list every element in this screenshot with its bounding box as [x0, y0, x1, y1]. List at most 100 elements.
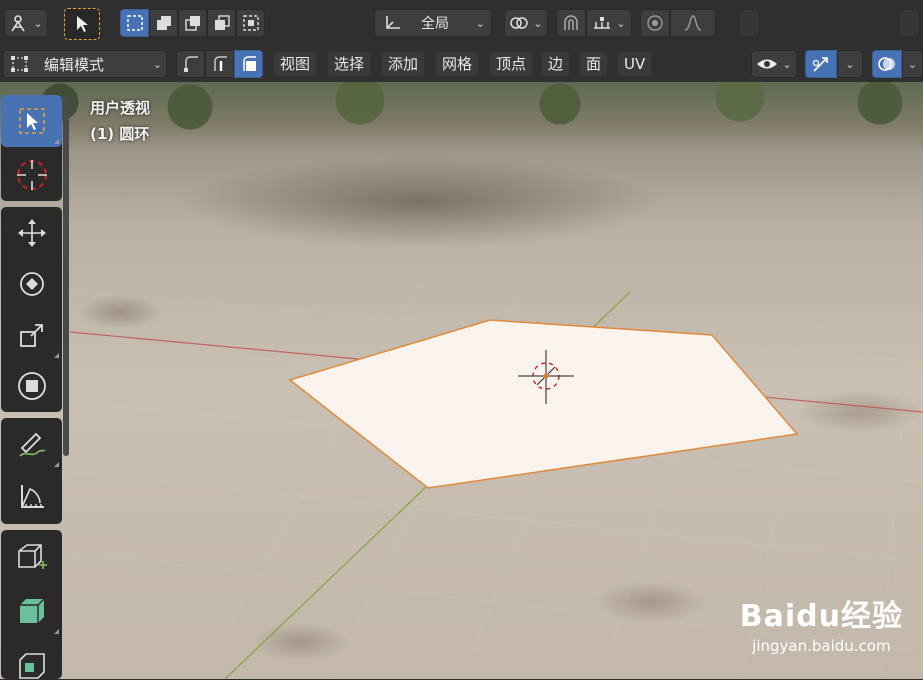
- toolbar-scrollbar[interactable]: [63, 96, 69, 456]
- watermark: Baidu经验 jingyan.baidu.com: [740, 591, 903, 655]
- menu-uv[interactable]: UV: [618, 52, 652, 76]
- mode-bar: 编辑模式 ⌄ 视图 选择 添加 网格 顶点 边 面 UV ⌄ ⌄ ⌄: [0, 46, 923, 82]
- tool-move[interactable]: [1, 207, 62, 259]
- tool-annotate[interactable]: [1, 418, 62, 470]
- edge-select-mode-button[interactable]: [205, 50, 234, 78]
- menu-edge[interactable]: 边: [542, 52, 570, 76]
- tool-extrude[interactable]: [1, 585, 62, 637]
- menu-view[interactable]: 视图: [274, 52, 317, 76]
- tool-inset[interactable]: [1, 640, 62, 679]
- viewport-scene: [69, 281, 923, 679]
- tool-options-indicator: [54, 139, 59, 144]
- tool-options-indicator: [54, 353, 59, 358]
- chevron-down-icon: ⌄: [616, 16, 626, 30]
- move-icon: [17, 219, 46, 247]
- vertex-select-mode-button[interactable]: [176, 50, 205, 78]
- watermark-logo: Baidu经验: [739, 599, 903, 634]
- box-select-extend-button[interactable]: [149, 9, 178, 37]
- tool-transform[interactable]: [1, 360, 62, 412]
- chevron-down-icon: ⌄: [152, 57, 162, 71]
- select-subtract-icon: [184, 16, 200, 31]
- extrude-icon: [19, 598, 44, 623]
- mode-dropdown[interactable]: 编辑模式 ⌄: [3, 50, 167, 78]
- visibility-dropdown[interactable]: ⌄: [751, 50, 797, 78]
- overlay-icon: [878, 57, 895, 71]
- box-select-invert-button[interactable]: [207, 9, 236, 37]
- gizmo-icon: [812, 57, 828, 72]
- falloff-dropdown[interactable]: [670, 9, 716, 37]
- tool-options-indicator: [54, 629, 59, 634]
- select-new-icon: [126, 15, 143, 31]
- gizmo-toggle[interactable]: [805, 50, 837, 78]
- toolbar-group-annotate: [1, 418, 62, 524]
- menu-add[interactable]: 添加: [382, 52, 425, 76]
- workspace-dropdown[interactable]: ⌄: [4, 9, 48, 37]
- snap-icon: [564, 15, 578, 30]
- transform-pivot-icon: [510, 17, 529, 29]
- gizmo-dropdown[interactable]: ⌄: [837, 50, 863, 78]
- tool-options-indicator: [54, 462, 59, 467]
- tool-rotate[interactable]: [1, 258, 62, 310]
- tool-scale[interactable]: [1, 309, 62, 361]
- chevron-down-icon: ⌄: [33, 16, 43, 30]
- overlay-toggle[interactable]: [872, 50, 902, 78]
- active-object-label: (1) 圆环: [90, 125, 150, 143]
- snap-toggle[interactable]: [556, 9, 586, 37]
- menu-mesh[interactable]: 网格: [436, 52, 479, 76]
- proportional-edit-toggle[interactable]: [640, 9, 670, 37]
- overlay-dropdown[interactable]: ⌄: [902, 50, 923, 78]
- measure-icon: [20, 485, 44, 508]
- snap-increment-icon: [594, 17, 611, 29]
- cursor-icon: [16, 160, 47, 190]
- tool-add-cube[interactable]: [1, 530, 62, 582]
- view-name: 用户透视: [90, 99, 151, 117]
- annotate-pencil-icon: [18, 432, 46, 457]
- menu-face[interactable]: 面: [580, 52, 608, 76]
- inset-faces-icon: [18, 653, 45, 679]
- select-extend-icon: [156, 16, 171, 30]
- transform-icon: [17, 372, 46, 400]
- box-select-intersect-button[interactable]: [236, 9, 265, 37]
- transform-orientation-dropdown[interactable]: 全局 ⌄: [374, 9, 492, 37]
- falloff-curve-icon: [684, 15, 702, 31]
- snap-target-dropdown[interactable]: ⌄: [586, 9, 632, 37]
- mode-label: 编辑模式: [44, 55, 105, 74]
- select-invert-icon: [214, 15, 230, 30]
- pivot-point-dropdown[interactable]: ⌄: [504, 9, 548, 37]
- orientation-label: 全局: [421, 16, 449, 32]
- add-cube-icon: [17, 544, 47, 569]
- orientation-axes-icon: [386, 16, 400, 29]
- box-select-subtract-button[interactable]: [178, 9, 207, 37]
- top-header: ⌄ 全局 ⌄ ⌄ ⌄: [0, 0, 923, 47]
- menu-vertex[interactable]: 顶点: [490, 52, 533, 76]
- chevron-down-icon: ⌄: [475, 16, 485, 30]
- chevron-down-icon: ⌄: [907, 57, 918, 71]
- vertex-mode-icon: [183, 56, 198, 72]
- eye-icon: [757, 59, 778, 69]
- select-tool-button[interactable]: [64, 8, 100, 40]
- 3d-viewport[interactable]: 用户透视 (1) 圆环 Baidu经验 jingyan.baidu.com: [0, 82, 923, 679]
- chevron-down-icon: ⌄: [845, 57, 855, 71]
- select-intersect-icon: [242, 15, 259, 31]
- select-tool-icon: [77, 16, 88, 32]
- toolbar-group-select: [1, 95, 62, 201]
- rotate-icon: [19, 272, 44, 296]
- tool-measure[interactable]: [1, 471, 62, 523]
- face-select-mode-button[interactable]: [234, 50, 263, 78]
- menu-select[interactable]: 选择: [328, 52, 371, 76]
- chevron-down-icon: ⌄: [782, 57, 792, 71]
- face-mode-icon: [242, 56, 256, 71]
- workspace-icon: [11, 15, 26, 32]
- tool-cursor[interactable]: [1, 149, 62, 201]
- proportional-edit-icon: [647, 15, 663, 31]
- chevron-down-icon: ⌄: [533, 16, 543, 30]
- toolbar-group-transform: [1, 207, 62, 412]
- tool-select-box[interactable]: [1, 95, 62, 147]
- edge-mode-icon: [213, 56, 227, 71]
- select-box-icon: [18, 108, 45, 134]
- scale-icon: [19, 324, 43, 347]
- box-select-new-button[interactable]: [120, 9, 149, 37]
- header-extra-button[interactable]: [738, 9, 760, 37]
- edit-mode-icon: [11, 56, 28, 72]
- header-extra-button-2[interactable]: [898, 9, 920, 37]
